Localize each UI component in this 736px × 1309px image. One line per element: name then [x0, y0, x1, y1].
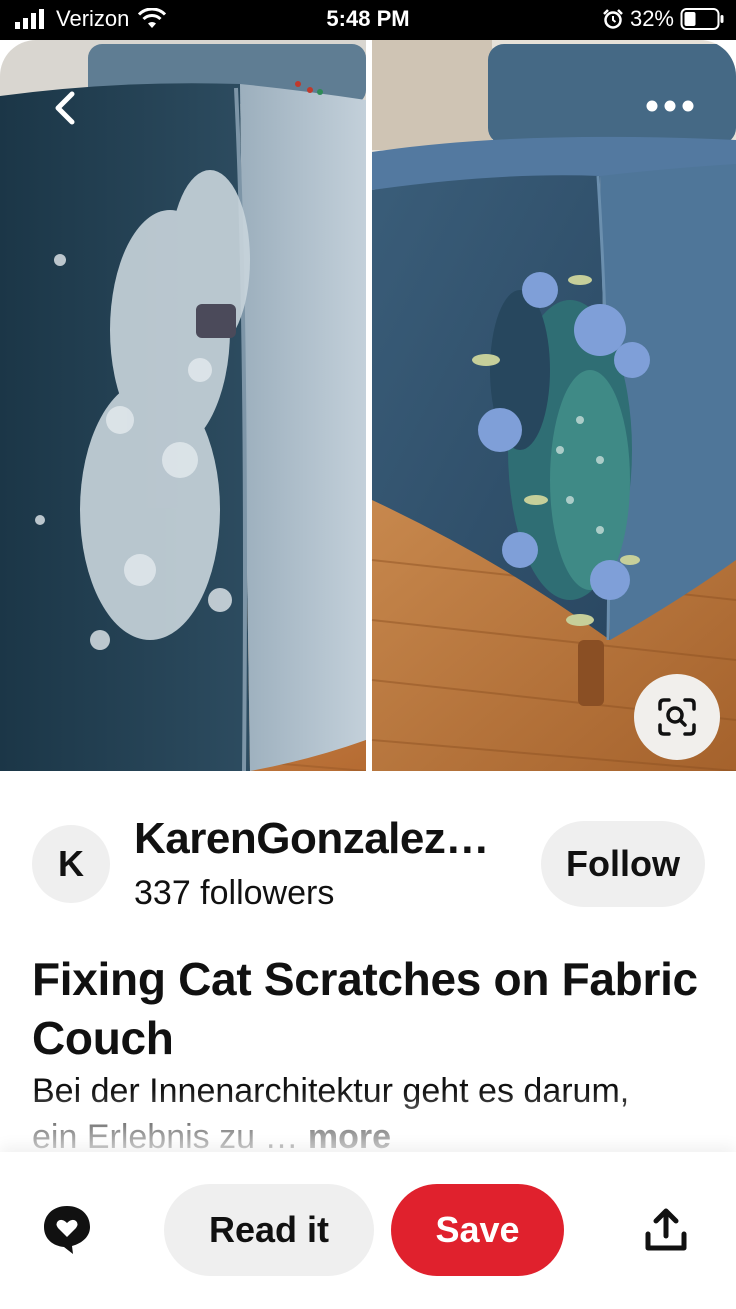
visual-search-icon: [658, 698, 696, 736]
follow-button[interactable]: Follow: [541, 821, 705, 907]
description-fade: [0, 1090, 736, 1154]
comment-icon: [44, 1206, 90, 1254]
more-icon: [646, 100, 694, 112]
read-it-button[interactable]: Read it: [164, 1184, 374, 1276]
back-icon: [55, 91, 75, 125]
alarm-icon: [603, 9, 623, 29]
status-bar: Verizon 5:48 PM 32%: [0, 0, 736, 40]
before-photo: [0, 40, 367, 771]
avatar-initial: K: [58, 843, 84, 884]
pin-image[interactable]: [0, 40, 736, 771]
battery-percent: 32%: [629, 6, 674, 31]
pin-title: Fixing Cat Scratches on Fabric Couch: [32, 953, 698, 1064]
more-button[interactable]: [642, 88, 698, 124]
avatar[interactable]: K: [32, 825, 110, 903]
status-right: 32%: [602, 6, 724, 32]
pin-photo-collage: [0, 40, 736, 771]
save-button[interactable]: Save: [391, 1184, 564, 1276]
share-icon: [645, 1208, 687, 1251]
follower-count: 337 followers: [134, 874, 335, 912]
after-photo: [371, 40, 736, 771]
comment-button[interactable]: [40, 1202, 94, 1256]
creator-name[interactable]: KarenGonzalez…: [134, 814, 514, 864]
visual-search-button[interactable]: [634, 674, 720, 760]
share-button[interactable]: [640, 1204, 692, 1256]
back-button[interactable]: [42, 84, 90, 132]
battery-icon: [680, 8, 724, 30]
